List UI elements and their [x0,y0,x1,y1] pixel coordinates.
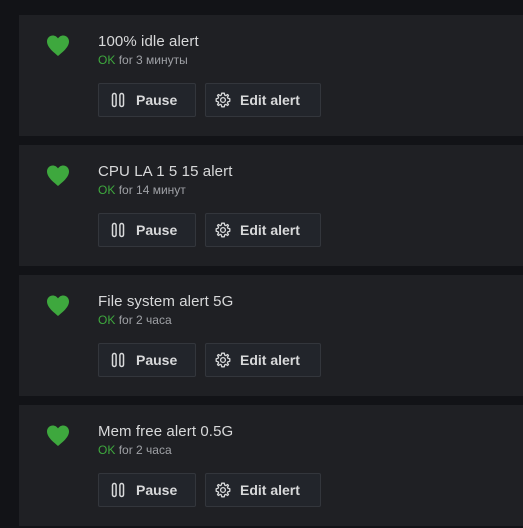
edit-alert-button-label: Edit alert [240,92,300,108]
heart-icon [46,35,70,57]
pause-icon [110,352,126,368]
edit-alert-button-label: Edit alert [240,352,300,368]
alert-rule-name: CPU LA 1 5 15 alert [98,163,233,180]
alert-rule-item: File system alert 5G OK for 2 часа Pause… [19,275,523,396]
pause-button[interactable]: Pause [98,83,196,117]
alert-rule-item: CPU LA 1 5 15 alert OK for 14 минут Paus… [19,145,523,266]
alert-state-duration: for 14 минут [118,183,186,197]
heart-icon [46,295,70,317]
pause-icon [110,92,126,108]
alert-rule-status: OK for 2 часа [98,313,172,327]
gear-icon [215,92,231,108]
alert-state-ok: OK [98,313,116,327]
pause-button-label: Pause [136,222,178,238]
alert-state-duration: for 3 минуты [118,53,188,67]
pause-button-label: Pause [136,92,178,108]
edit-alert-button[interactable]: Edit alert [205,213,321,247]
pause-icon [110,222,126,238]
pause-icon [110,482,126,498]
gear-icon [215,222,231,238]
alert-list: 100% idle alert OK for 3 минуты Pause Ed… [19,0,523,528]
edit-alert-button[interactable]: Edit alert [205,473,321,507]
alert-state-duration: for 2 часа [118,313,172,327]
alert-rule-name: 100% idle alert [98,33,199,50]
pause-button[interactable]: Pause [98,213,196,247]
pause-button-label: Pause [136,352,178,368]
alert-state-ok: OK [98,443,116,457]
gear-icon [215,352,231,368]
pause-button[interactable]: Pause [98,473,196,507]
alert-state-duration: for 2 часа [118,443,172,457]
pause-button-label: Pause [136,482,178,498]
heart-icon [46,165,70,187]
edit-alert-button-label: Edit alert [240,222,300,238]
alert-state-ok: OK [98,53,116,67]
alert-rule-status: OK for 3 минуты [98,53,188,67]
alert-rule-status: OK for 14 минут [98,183,186,197]
pause-button[interactable]: Pause [98,343,196,377]
alert-rule-name: Mem free alert 0.5G [98,423,234,440]
edit-alert-button[interactable]: Edit alert [205,343,321,377]
alert-rule-name: File system alert 5G [98,293,234,310]
alert-rule-item: 100% idle alert OK for 3 минуты Pause Ed… [19,15,523,136]
gear-icon [215,482,231,498]
alert-state-ok: OK [98,183,116,197]
edit-alert-button[interactable]: Edit alert [205,83,321,117]
alert-rule-status: OK for 2 часа [98,443,172,457]
edit-alert-button-label: Edit alert [240,482,300,498]
heart-icon [46,425,70,447]
alert-rule-item: Mem free alert 0.5G OK for 2 часа Pause … [19,405,523,526]
